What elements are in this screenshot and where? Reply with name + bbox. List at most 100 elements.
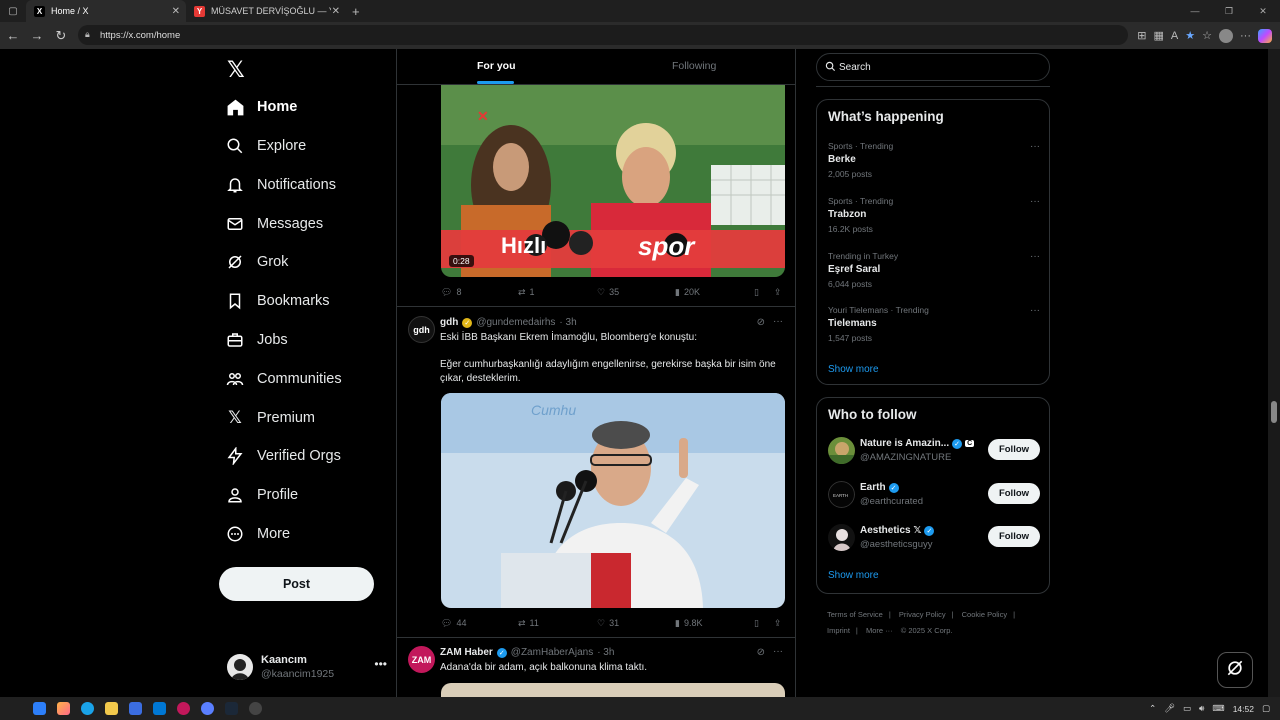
post-button[interactable]: Post xyxy=(219,567,374,601)
trend-more-icon[interactable]: ··· xyxy=(1030,196,1040,207)
trend-item[interactable]: Sports · Trending Berke 2,005 posts ··· xyxy=(828,141,1040,179)
nav-premium[interactable]: 𝕏 Premium xyxy=(225,403,315,433)
post-image[interactable]: Cumhu xyxy=(441,393,785,608)
steam-icon[interactable] xyxy=(225,702,238,715)
nav-communities[interactable]: Communities xyxy=(225,364,342,394)
browser-tab-x-home[interactable]: X Home / X ✕ xyxy=(26,0,186,22)
views-button[interactable]: ▮ 20K xyxy=(675,287,700,298)
follow-button[interactable]: Follow xyxy=(988,483,1040,504)
grok-explain-icon[interactable]: ⊘ xyxy=(757,647,765,658)
close-window-icon[interactable]: ✕ xyxy=(1246,6,1280,17)
reply-button[interactable]: 💬︎ 44 xyxy=(441,618,466,629)
nav-notifications[interactable]: Notifications xyxy=(225,170,336,200)
repost-button[interactable]: ⇄ 11 xyxy=(518,618,539,629)
microphone-icon[interactable]: 🎤︎ xyxy=(1164,703,1175,714)
share-button[interactable]: ⇪ xyxy=(774,618,782,629)
favorites-icon[interactable]: ☆ xyxy=(1202,29,1212,42)
trend-more-icon[interactable]: ··· xyxy=(1030,141,1040,152)
back-icon[interactable]: ← xyxy=(1,28,25,43)
repost-button[interactable]: ⇄ 1 xyxy=(518,287,535,298)
avatar[interactable]: gdh xyxy=(408,316,435,343)
widgets-icon[interactable] xyxy=(57,702,70,715)
nav-verified-orgs[interactable]: Verified Orgs xyxy=(225,441,341,471)
restore-icon[interactable]: ❐ xyxy=(1212,6,1246,17)
trend-item[interactable]: Youri Tielemans · Trending Tielemans 1,5… xyxy=(828,305,1040,343)
follow-suggestion[interactable]: Nature is Amazin... ✓ C @AMAZINGNATURE Fol… xyxy=(828,436,1040,466)
nav-bookmarks[interactable]: Bookmarks xyxy=(225,286,330,316)
trend-item[interactable]: Trending in Turkey Eşref Saral 6,044 pos… xyxy=(828,251,1040,289)
account-more-icon[interactable]: ••• xyxy=(374,657,387,671)
forward-icon[interactable]: → xyxy=(25,28,49,43)
app-available-icon[interactable]: ⊞ xyxy=(1137,29,1146,42)
tab-actions-icon[interactable]: ▢ xyxy=(0,6,26,17)
post-more-icon[interactable]: ··· xyxy=(773,646,783,657)
reply-button[interactable]: 💬︎ 8 xyxy=(441,287,461,298)
browser-tab-yandex[interactable]: Y MÜSAVET DERVİŞOĞLU — Yande ✕ xyxy=(186,0,346,22)
author-handle[interactable]: @gundemedairhs xyxy=(476,317,555,328)
footer-link-more[interactable]: More ··· xyxy=(866,626,893,635)
trend-more-icon[interactable]: ··· xyxy=(1030,251,1040,262)
tab-following[interactable]: Following xyxy=(672,60,716,72)
bookmark-button[interactable]: ▯ xyxy=(754,287,759,298)
footer-link-imprint[interactable]: Imprint xyxy=(827,626,850,635)
opera-icon[interactable] xyxy=(177,702,190,715)
post-time[interactable]: · 3h xyxy=(559,317,576,328)
file-explorer-icon[interactable] xyxy=(105,702,118,715)
favorite-star-icon[interactable]: ★ xyxy=(1185,29,1195,42)
account-switcher[interactable]: Kaancım @kaancim1925 ••• xyxy=(227,649,387,685)
refresh-icon[interactable]: ↻ xyxy=(49,28,73,44)
like-button[interactable]: ♡ 35 xyxy=(597,287,619,298)
trend-item[interactable]: Sports · Trending Trabzon 16.2K posts ··… xyxy=(828,196,1040,234)
minimize-icon[interactable]: — xyxy=(1178,6,1212,16)
notification-icon[interactable]: ▢ xyxy=(1262,703,1270,714)
nav-explore[interactable]: Explore xyxy=(225,131,306,161)
follow-button[interactable]: Follow xyxy=(988,526,1040,547)
tray-chevron-icon[interactable]: ⌃ xyxy=(1149,703,1156,714)
views-button[interactable]: ▮ 9.8K xyxy=(675,618,702,629)
app-icon[interactable] xyxy=(249,702,262,715)
x-logo-icon[interactable]: 𝕏 xyxy=(227,57,245,83)
post-more-icon[interactable]: ··· xyxy=(773,316,783,327)
edge-icon[interactable] xyxy=(81,702,94,715)
trend-more-icon[interactable]: ··· xyxy=(1030,305,1040,316)
post-image[interactable] xyxy=(441,683,785,697)
store-icon[interactable] xyxy=(129,702,142,715)
trends-show-more-link[interactable]: Show more xyxy=(828,364,879,375)
nav-jobs[interactable]: Jobs xyxy=(225,325,288,355)
author-name[interactable]: ZAM Haber xyxy=(440,647,493,658)
tab-for-you[interactable]: For you xyxy=(477,60,516,72)
follow-suggestion[interactable]: Aesthetics 𝕏 ✓ @aestheticsguyy Follow xyxy=(828,523,1040,553)
keyboard-icon[interactable]: ⌨ xyxy=(1212,703,1224,714)
footer-link-terms[interactable]: Terms of Service xyxy=(827,610,883,619)
address-bar[interactable]: 🔒︎ https://x.com/home xyxy=(78,25,1128,45)
follow-button[interactable]: Follow xyxy=(988,439,1040,460)
page-scrollbar[interactable] xyxy=(1268,49,1280,697)
nav-profile[interactable]: Profile xyxy=(225,480,298,510)
network-icon[interactable]: ▭ xyxy=(1183,703,1191,714)
footer-link-cookie[interactable]: Cookie Policy xyxy=(962,610,1007,619)
like-button[interactable]: ♡ 31 xyxy=(597,618,619,629)
new-tab-icon[interactable]: + xyxy=(352,4,360,19)
close-tab-icon[interactable]: ✕ xyxy=(332,6,340,17)
scrollbar-thumb[interactable] xyxy=(1271,401,1277,423)
post-video[interactable]: ✕ Hızlı spor 0:28 xyxy=(441,85,785,277)
copilot-icon[interactable] xyxy=(1258,28,1272,43)
wtf-show-more-link[interactable]: Show more xyxy=(828,570,879,581)
author-name[interactable]: gdh xyxy=(440,317,458,328)
follow-suggestion[interactable]: EARTH Earth ✓ @earthcurated Follow xyxy=(828,480,1040,510)
grok-explain-icon[interactable]: ⊘ xyxy=(757,317,765,328)
avatar[interactable]: ZAM xyxy=(408,646,435,673)
settings-more-icon[interactable]: ··· xyxy=(1240,30,1251,42)
nav-messages[interactable]: Messages xyxy=(225,209,323,239)
footer-link-privacy[interactable]: Privacy Policy xyxy=(899,610,946,619)
nav-grok[interactable]: Grok xyxy=(225,247,288,277)
grid-icon[interactable]: ▦ xyxy=(1154,29,1164,42)
grok-floating-button[interactable] xyxy=(1217,652,1253,688)
read-aloud-icon[interactable]: A xyxy=(1171,30,1178,42)
start-icon[interactable] xyxy=(33,702,46,715)
nav-more[interactable]: More xyxy=(225,519,290,549)
author-handle[interactable]: @ZamHaberAjans xyxy=(511,647,593,658)
search-input[interactable]: Search xyxy=(816,53,1050,81)
volume-icon[interactable]: 🔊︎ xyxy=(1199,703,1204,714)
clock[interactable]: 14:52 xyxy=(1233,704,1254,714)
